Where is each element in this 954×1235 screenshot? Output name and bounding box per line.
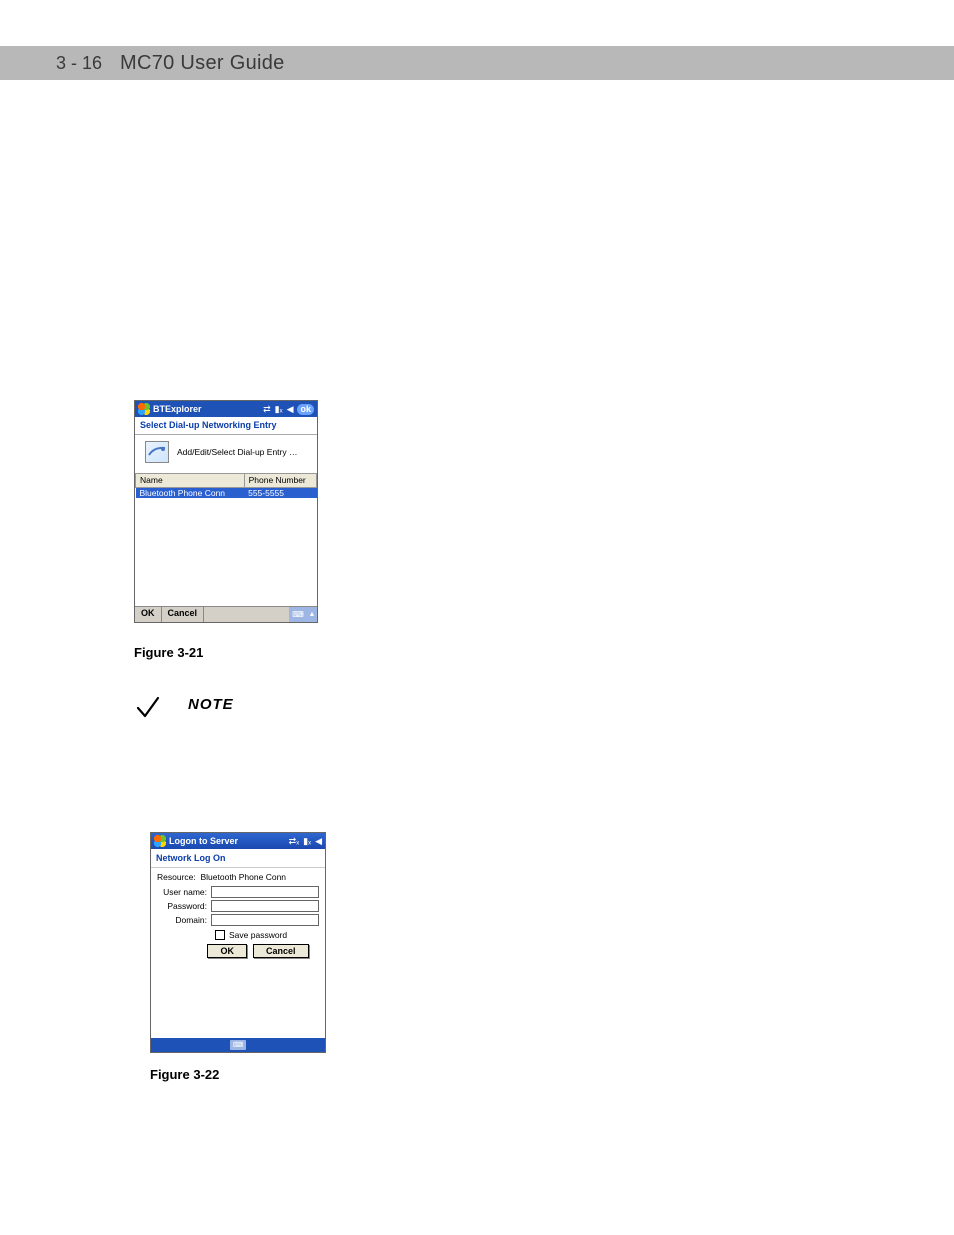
command-bar: ⌨ xyxy=(151,1038,325,1052)
dialog-subtitle: Network Log On xyxy=(151,849,325,868)
document-title: MC70 User Guide xyxy=(120,52,285,75)
column-name: Name xyxy=(136,474,245,488)
column-phone: Phone Number xyxy=(244,474,316,488)
save-password-checkbox xyxy=(215,930,225,940)
edit-entry-label: Add/Edit/Select Dial-up Entry … xyxy=(177,448,297,457)
keyboard-icon: ⌨ xyxy=(289,607,307,622)
resource-label: Resource: xyxy=(157,872,196,882)
start-icon xyxy=(138,403,150,415)
status-tray: ⇄ ▮ₓ ◀ ok xyxy=(263,404,314,415)
window-title: Logon to Server xyxy=(169,836,289,846)
logon-form: Resource: Bluetooth Phone Conn User name… xyxy=(151,868,325,966)
username-field xyxy=(211,886,319,898)
list-empty-area xyxy=(135,498,317,606)
checkmark-icon xyxy=(134,694,162,722)
dialog-subtitle: Select Dial-up Networking Entry xyxy=(135,417,317,435)
figure-caption: Figure 3-21 xyxy=(134,645,898,660)
form-blank-area xyxy=(151,966,325,1038)
table-row: Bluetooth Phone Conn 555-5555 xyxy=(136,487,317,498)
note-block: NOTE xyxy=(134,694,898,722)
entry-name: Bluetooth Phone Conn xyxy=(136,487,245,498)
resource-line: Resource: Bluetooth Phone Conn xyxy=(157,872,319,882)
window-titlebar: BTExplorer ⇄ ▮ₓ ◀ ok xyxy=(135,401,317,417)
save-password-label: Save password xyxy=(229,930,287,940)
entries-table: Name Phone Number Bluetooth Phone Conn 5… xyxy=(135,473,317,498)
username-label: User name: xyxy=(157,887,211,897)
resource-value: Bluetooth Phone Conn xyxy=(200,872,286,882)
window-titlebar: Logon to Server ⇄ₓ ▮ₓ ◀ xyxy=(151,833,325,849)
cancel-button: Cancel xyxy=(162,607,205,622)
start-icon xyxy=(154,835,166,847)
domain-label: Domain: xyxy=(157,915,211,925)
ok-button: OK xyxy=(207,944,247,958)
connectivity-icon: ⇄ₓ xyxy=(289,836,300,847)
page-number: 3 - 16 xyxy=(56,53,102,74)
logon-screenshot: Logon to Server ⇄ₓ ▮ₓ ◀ Network Log On R… xyxy=(150,832,326,1053)
page-content: BTExplorer ⇄ ▮ₓ ◀ ok Select Dial-up Netw… xyxy=(0,80,954,1122)
password-field xyxy=(211,900,319,912)
volume-icon: ◀ xyxy=(287,405,294,414)
signal-icon: ▮ₓ xyxy=(275,405,283,414)
domain-field xyxy=(211,914,319,926)
status-tray: ⇄ₓ ▮ₓ ◀ xyxy=(289,836,322,847)
figure-caption: Figure 3-22 xyxy=(150,1067,898,1082)
dialup-icon xyxy=(145,441,169,463)
keyboard-icon: ⌨ xyxy=(230,1040,246,1050)
volume-icon: ◀ xyxy=(315,836,322,847)
ok-button: OK xyxy=(135,607,162,622)
edit-entry-row: Add/Edit/Select Dial-up Entry … xyxy=(135,435,317,473)
cancel-button: Cancel xyxy=(253,944,309,958)
save-password-row: Save password xyxy=(215,930,319,940)
command-bar: OK Cancel ⌨ ▲ xyxy=(135,606,317,622)
ok-softkey: ok xyxy=(297,404,314,415)
page-header: 3 - 16 MC70 User Guide xyxy=(0,46,954,80)
password-label: Password: xyxy=(157,901,211,911)
top-margin xyxy=(0,0,954,46)
btexplorer-screenshot: BTExplorer ⇄ ▮ₓ ◀ ok Select Dial-up Netw… xyxy=(134,400,318,623)
note-label: NOTE xyxy=(188,696,234,713)
sip-arrow-icon: ▲ xyxy=(307,607,317,622)
entry-phone: 555-5555 xyxy=(244,487,316,498)
signal-icon: ▮ₓ xyxy=(303,836,311,847)
window-title: BTExplorer xyxy=(153,405,263,414)
connectivity-icon: ⇄ xyxy=(263,405,271,414)
